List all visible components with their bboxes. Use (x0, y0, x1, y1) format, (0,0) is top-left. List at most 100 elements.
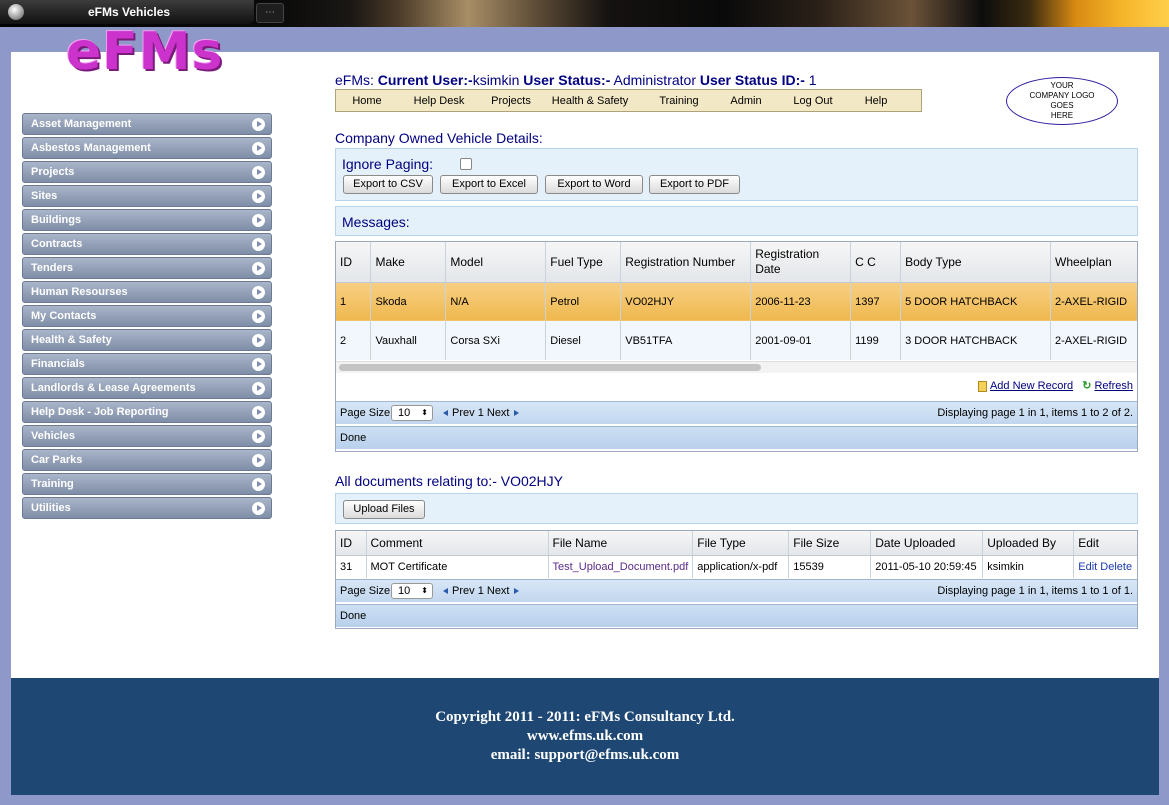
column-header[interactable]: ID (336, 531, 367, 556)
footer-website[interactable]: www.efms.uk.com (11, 727, 1159, 746)
chevron-right-icon (252, 358, 265, 371)
export-csv-button[interactable]: Export to CSV (343, 175, 433, 194)
column-header[interactable]: File Name (548, 531, 694, 556)
column-header[interactable]: Body Type (900, 242, 1051, 283)
nav-training[interactable]: Training (638, 95, 720, 107)
sidebar-item-tenders[interactable]: Tenders (22, 257, 272, 279)
footer-email[interactable]: email: support@efms.uk.com (11, 746, 1159, 765)
page-number[interactable]: 1 (478, 407, 484, 419)
table-cell: 31 (336, 555, 367, 578)
column-header[interactable]: Make (370, 242, 447, 283)
next-link[interactable]: Next (487, 585, 510, 597)
user-status-label: User Status:- (523, 72, 611, 88)
column-header[interactable]: Fuel Type (545, 242, 622, 283)
export-word-button[interactable]: Export to Word (545, 175, 643, 194)
nav-home[interactable]: Home (336, 95, 398, 107)
refresh-link[interactable]: Refresh (1094, 380, 1133, 392)
next-arrow-icon (513, 588, 519, 595)
column-header[interactable]: Comment (366, 531, 549, 556)
user-status-line: eFMs: Current User:-ksimkin User Status:… (335, 72, 817, 88)
documents-table: ID Comment File Name File Type File Size… (336, 531, 1137, 578)
table-row[interactable]: 2 Vauxhall Corsa SXi Diesel VB51TFA 2001… (336, 321, 1137, 360)
column-header[interactable]: Registration Number (620, 242, 752, 283)
sidebar-item-my-contacts[interactable]: My Contacts (22, 305, 272, 327)
file-name-link[interactable]: Test_Upload_Document.pdf (548, 555, 694, 578)
window-tab[interactable]: eFMs Vehicles (0, 0, 254, 24)
page-number[interactable]: 1 (478, 585, 484, 597)
sidebar-item-vehicles[interactable]: Vehicles (22, 425, 272, 447)
sidebar-item-landlords[interactable]: Landlords & Lease Agreements (22, 377, 272, 399)
column-header[interactable]: Wheelplan (1050, 242, 1137, 283)
page-size-select[interactable]: 10 ⬍ (391, 583, 433, 599)
export-pdf-button[interactable]: Export to PDF (649, 175, 740, 194)
sidebar-item-label: Buildings (31, 214, 82, 226)
sidebar-item-health-safety[interactable]: Health & Safety (22, 329, 272, 351)
sidebar-item-help-desk[interactable]: Help Desk - Job Reporting (22, 401, 272, 423)
sidebar-item-asbestos-management[interactable]: Asbestos Management (22, 137, 272, 159)
sidebar-item-car-parks[interactable]: Car Parks (22, 449, 272, 471)
logo-line: YOUR (1050, 81, 1074, 90)
next-link[interactable]: Next (487, 407, 510, 419)
nav-help[interactable]: Help (854, 95, 898, 107)
upload-files-button[interactable]: Upload Files (343, 500, 425, 519)
new-tab-button[interactable]: ⋯ (256, 3, 284, 23)
sidebar-item-contracts[interactable]: Contracts (22, 233, 272, 255)
page-size-label: Page Size: (340, 407, 394, 419)
sidebar-menu: Asset Management Asbestos Management Pro… (22, 113, 272, 521)
documents-grid: ID Comment File Name File Type File Size… (335, 530, 1138, 629)
add-new-record-link[interactable]: Add New Record (990, 380, 1073, 392)
edit-link[interactable]: Edit (1078, 561, 1097, 573)
next-arrow-icon (513, 410, 519, 417)
pager-nav: Prev 1 Next (443, 407, 519, 419)
current-user-label: Current User:- (377, 72, 473, 88)
sidebar-item-human-resourses[interactable]: Human Resourses (22, 281, 272, 303)
nav-help-desk[interactable]: Help Desk (398, 95, 480, 107)
prev-link[interactable]: Prev (452, 407, 475, 419)
table-cell: 1 (336, 282, 372, 321)
sidebar-item-label: Asset Management (31, 118, 132, 130)
scrollbar-thumb[interactable] (339, 364, 761, 371)
prev-link[interactable]: Prev (452, 585, 475, 597)
sidebar-item-label: Tenders (31, 262, 73, 274)
prev-arrow-icon (443, 588, 448, 595)
page-info: Displaying page 1 in 1, items 1 to 1 of … (937, 585, 1133, 597)
table-cell: 3 DOOR HATCHBACK (900, 321, 1051, 360)
chevron-right-icon (252, 334, 265, 347)
sidebar-item-label: Contracts (31, 238, 83, 250)
ignore-paging-checkbox[interactable] (460, 158, 472, 170)
export-excel-button[interactable]: Export to Excel (440, 175, 538, 194)
column-header[interactable]: File Type (692, 531, 790, 556)
table-row[interactable]: 31 MOT Certificate Test_Upload_Document.… (336, 555, 1137, 578)
logo-line: COMPANY LOGO (1029, 91, 1095, 100)
nav-admin[interactable]: Admin (720, 95, 772, 107)
nav-health-safety[interactable]: Health & Safety (542, 95, 638, 107)
sidebar-item-training[interactable]: Training (22, 473, 272, 495)
column-header[interactable]: ID (336, 242, 372, 283)
delete-link[interactable]: Delete (1100, 561, 1132, 573)
column-header[interactable]: Edit (1073, 531, 1137, 556)
chevron-right-icon (252, 478, 265, 491)
sidebar-item-label: Help Desk - Job Reporting (31, 406, 169, 418)
sidebar-item-asset-management[interactable]: Asset Management (22, 113, 272, 135)
table-cell: 2-AXEL-RIGID (1050, 321, 1137, 360)
nav-log-out[interactable]: Log Out (772, 95, 854, 107)
column-header[interactable]: Uploaded By (982, 531, 1075, 556)
horizontal-scrollbar[interactable] (336, 361, 1137, 373)
column-header[interactable]: Model (445, 242, 547, 283)
column-header[interactable]: File Size (788, 531, 872, 556)
current-user: ksimkin (472, 72, 520, 88)
page-size-select[interactable]: 10 ⬍ (391, 405, 433, 421)
page-size-value: 10 (398, 585, 411, 597)
column-header[interactable]: Registration Date (750, 242, 852, 283)
sidebar-item-sites[interactable]: Sites (22, 185, 272, 207)
sidebar-item-buildings[interactable]: Buildings (22, 209, 272, 231)
table-cell: ksimkin (982, 555, 1075, 578)
column-header[interactable]: Date Uploaded (870, 531, 984, 556)
sidebar-item-utilities[interactable]: Utilities (22, 497, 272, 519)
nav-projects[interactable]: Projects (480, 95, 542, 107)
sidebar-item-projects[interactable]: Projects (22, 161, 272, 183)
table-row[interactable]: 1 Skoda N/A Petrol VO02HJY 2006-11-23 13… (336, 282, 1137, 321)
column-header[interactable]: C C (850, 242, 902, 283)
chevron-right-icon (252, 430, 265, 443)
sidebar-item-financials[interactable]: Financials (22, 353, 272, 375)
